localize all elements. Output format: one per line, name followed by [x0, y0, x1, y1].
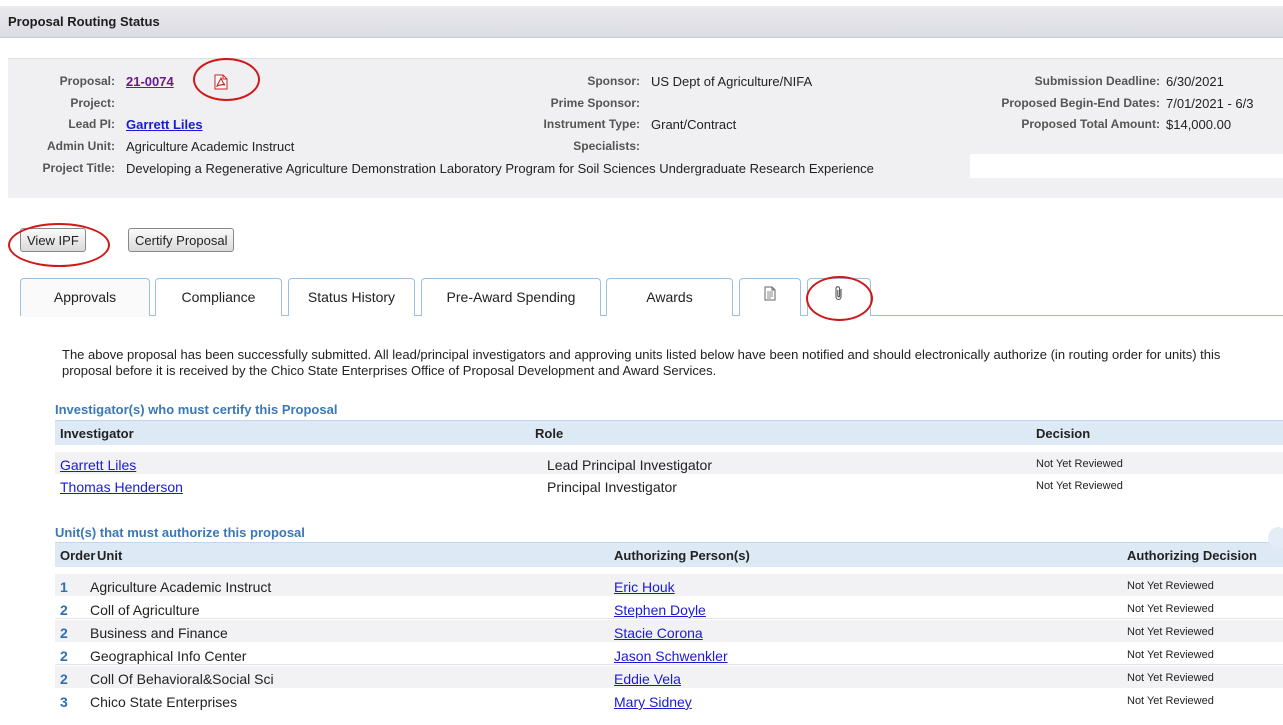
decision-cell: Not Yet Reviewed [1036, 458, 1123, 470]
authorizing-person-link[interactable]: Jason Schwenkler [614, 648, 728, 664]
page-title: Proposal Routing Status [0, 6, 1283, 38]
decision-cell: Not Yet Reviewed [1127, 603, 1214, 615]
sponsor-value: US Dept of Agriculture/NIFA [651, 74, 813, 89]
table-row: Thomas Henderson Principal Investigator … [55, 474, 1283, 496]
order-cell: 3 [60, 694, 68, 710]
tab-compliance[interactable]: Compliance [155, 278, 282, 316]
unit-cell: Coll of Agriculture [90, 602, 200, 618]
sponsor-label: Sponsor: [587, 74, 640, 88]
order-cell: 2 [60, 625, 68, 641]
proposal-label: Proposal: [59, 74, 115, 88]
proposed-dates-label: Proposed Begin-End Dates: [1001, 96, 1160, 110]
table-row: 2 Coll Of Behavioral&Social Sci Eddie Ve… [55, 666, 1283, 688]
col-order: Order [60, 548, 96, 563]
lead-pi-link[interactable]: Garrett Liles [126, 117, 203, 132]
lead-pi-label: Lead PI: [68, 117, 115, 131]
unit-cell: Agriculture Academic Instruct [90, 579, 272, 595]
col-decision: Decision [1036, 426, 1091, 441]
unit-cell: Chico State Enterprises [90, 694, 238, 710]
col-authorizing-person: Authorizing Person(s) [614, 548, 750, 563]
submission-notice: The above proposal has been successfully… [62, 347, 1221, 378]
table-row: 2 Business and Finance Stacie Corona Not… [55, 620, 1283, 642]
decision-cell: Not Yet Reviewed [1127, 649, 1214, 661]
investigator-link[interactable]: Garrett Liles [60, 457, 136, 473]
tab-documents[interactable] [739, 278, 801, 316]
tab-awards[interactable]: Awards [606, 278, 733, 316]
specialists-label: Specialists: [573, 139, 640, 153]
project-title-label: Project Title: [42, 161, 115, 175]
authorizing-person-link[interactable]: Eric Houk [614, 579, 675, 595]
table-row: 1 Agriculture Academic Instruct Eric Hou… [55, 574, 1283, 596]
order-cell: 2 [60, 648, 68, 664]
pdf-icon[interactable] [214, 74, 228, 90]
role-cell: Principal Investigator [547, 479, 677, 495]
order-cell: 2 [60, 671, 68, 687]
col-investigator: Investigator [60, 426, 134, 441]
col-unit: Unit [97, 548, 123, 563]
unit-cell: Coll Of Behavioral&Social Sci [90, 671, 274, 687]
decision-cell: Not Yet Reviewed [1127, 580, 1214, 592]
admin-unit-value: Agriculture Academic Instruct [126, 139, 295, 154]
units-table-header: Order Unit Authorizing Person(s) Authori… [55, 542, 1283, 567]
decision-cell: Not Yet Reviewed [1127, 672, 1214, 684]
submission-deadline-value: 6/30/2021 [1166, 74, 1224, 89]
submission-deadline-label: Submission Deadline: [1034, 74, 1160, 88]
table-row: Garrett Liles Lead Principal Investigato… [55, 452, 1283, 474]
project-title-value: Developing a Regenerative Agriculture De… [126, 161, 874, 176]
authorizing-person-link[interactable]: Eddie Vela [614, 671, 681, 687]
project-label: Project: [70, 96, 115, 110]
tab-status-history[interactable]: Status History [288, 278, 415, 316]
admin-unit-label: Admin Unit: [47, 139, 115, 153]
proposed-total-label: Proposed Total Amount: [1021, 117, 1160, 131]
proposal-number-link[interactable]: 21-0074 [126, 74, 174, 89]
prime-sponsor-label: Prime Sponsor: [550, 96, 640, 110]
authorizing-person-link[interactable]: Stephen Doyle [614, 602, 706, 618]
authorizing-person-link[interactable]: Stacie Corona [614, 625, 703, 641]
unit-cell: Geographical Info Center [90, 648, 247, 664]
document-icon [764, 278, 776, 314]
order-cell: 2 [60, 602, 68, 618]
tab-attachments[interactable] [807, 278, 871, 316]
proposed-dates-value: 7/01/2021 - 6/3 [1166, 96, 1254, 111]
table-row: 2 Geographical Info Center Jason Schwenk… [55, 643, 1283, 665]
authorizing-person-link[interactable]: Mary Sidney [614, 694, 692, 710]
certify-proposal-button[interactable]: Certify Proposal [128, 228, 235, 252]
tab-pre-award-spending[interactable]: Pre-Award Spending [421, 278, 601, 316]
col-role: Role [535, 426, 564, 441]
units-section-title: Unit(s) that must authorize this proposa… [55, 525, 305, 540]
investigators-section-title: Investigator(s) who must certify this Pr… [55, 402, 338, 417]
decision-cell: Not Yet Reviewed [1127, 626, 1214, 638]
unit-cell: Business and Finance [90, 625, 228, 641]
table-row: 2 Coll of Agriculture Stephen Doyle Not … [55, 597, 1283, 619]
decision-cell: Not Yet Reviewed [1127, 695, 1214, 707]
table-row: 3 Chico State Enterprises Mary Sidney No… [55, 689, 1283, 711]
investigator-link[interactable]: Thomas Henderson [60, 479, 183, 495]
instrument-type-label: Instrument Type: [543, 117, 640, 131]
col-authorizing-decision: Authorizing Decision [1127, 548, 1257, 563]
view-ipf-button[interactable]: View IPF [20, 228, 86, 252]
proposed-total-value: $14,000.00 [1166, 117, 1232, 132]
paperclip-icon [834, 278, 844, 314]
order-cell: 1 [60, 579, 68, 595]
instrument-type-value: Grant/Contract [651, 117, 737, 132]
role-cell: Lead Principal Investigator [547, 457, 712, 473]
tab-approvals[interactable]: Approvals [20, 278, 150, 316]
investigators-table-header: Investigator Role Decision [55, 420, 1283, 445]
decision-cell: Not Yet Reviewed [1036, 480, 1123, 492]
